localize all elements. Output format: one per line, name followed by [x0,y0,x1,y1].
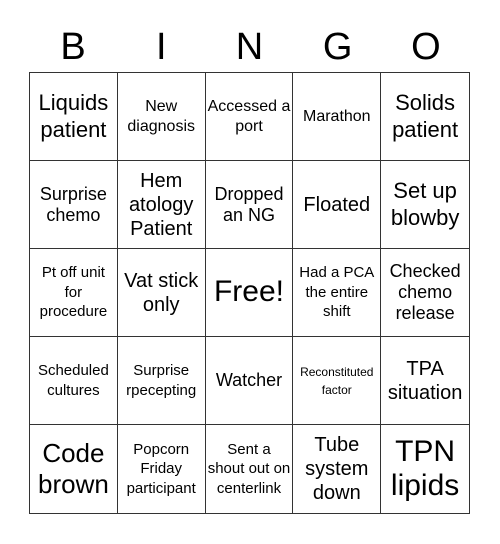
cell-text: Checked chemo release [389,261,461,323]
cell-text: Reconstituted factor [300,364,374,397]
bingo-cell[interactable]: TPA situation [381,337,469,425]
bingo-cell[interactable]: Solids patient [381,73,469,161]
cell-text: Liquids patient [38,90,109,142]
header-letter-o: O [411,26,441,68]
bingo-cell[interactable]: Scheduled cultures [30,337,118,425]
cell-text: Surprise rpecepting [126,362,197,399]
bingo-cell[interactable]: Tube system down [293,425,382,513]
cell-text: New diagnosis [127,98,195,135]
cell-text: Popcorn Friday participant [126,440,196,497]
bingo-cell[interactable]: Code brown [30,425,118,513]
bingo-cell[interactable]: Marathon [293,73,382,161]
cell-text: Hem atology Patient [128,169,194,240]
header-letter-b: B [60,26,86,68]
cell-text: Vat stick only [124,269,199,316]
header-letter-n: N [235,26,264,68]
cell-text: Free! [213,275,284,309]
cell-text: Accessed a port [207,98,291,135]
bingo-cell[interactable]: Checked chemo release [381,249,469,337]
bingo-grid: Liquids patient New diagnosis Accessed a… [29,72,470,514]
cell-text: Scheduled cultures [37,362,109,399]
bingo-cell[interactable]: Reconstituted factor [293,337,382,425]
cell-text: Sent a shout out on centerlink [207,440,291,497]
cell-text: TPN lipids [390,434,460,503]
bingo-cell[interactable]: Surprise chemo [30,161,118,249]
cell-text: Marathon [302,107,371,125]
bingo-cell[interactable]: Accessed a port [205,73,294,161]
bingo-cell[interactable]: Floated [293,161,382,249]
bingo-cell[interactable]: Vat stick only [117,249,206,337]
header-letter-i: I [156,26,167,68]
bingo-header: B I N G O [29,24,470,72]
bingo-cell[interactable]: Hem atology Patient [117,161,206,249]
bingo-cell[interactable]: Had a PCA the entire shift [293,249,382,337]
bingo-cell[interactable]: New diagnosis [117,73,206,161]
cell-text: Had a PCA the entire shift [299,264,375,321]
cell-text: Watcher [215,370,283,391]
header-letter-g: G [322,26,353,68]
bingo-cell[interactable]: Pt off unit for procedure [30,249,118,337]
bingo-cell[interactable]: Watcher [205,337,294,425]
bingo-cell[interactable]: Sent a shout out on centerlink [206,425,294,513]
cell-text: Dropped an NG [214,183,284,225]
cell-text: Code brown [37,437,109,499]
cell-text: Set up blowby [390,178,460,230]
cell-text: Pt off unit for procedure [39,264,108,321]
bingo-cell[interactable]: Liquids patient [30,73,118,161]
bingo-cell[interactable]: Dropped an NG [205,161,294,249]
cell-text: Surprise chemo [39,183,107,225]
bingo-cell[interactable]: TPN lipids [381,425,469,513]
cell-text: Floated [303,193,371,216]
bingo-cell[interactable]: Popcorn Friday participant [118,425,206,513]
bingo-cell[interactable]: Set up blowby [381,161,469,249]
cell-text: TPA situation [387,357,463,404]
cell-text: Tube system down [305,434,369,504]
bingo-cell[interactable]: Surprise rpecepting [117,337,206,425]
free-space-cell[interactable]: Free! [205,249,294,337]
cell-text: Solids patient [392,90,459,142]
